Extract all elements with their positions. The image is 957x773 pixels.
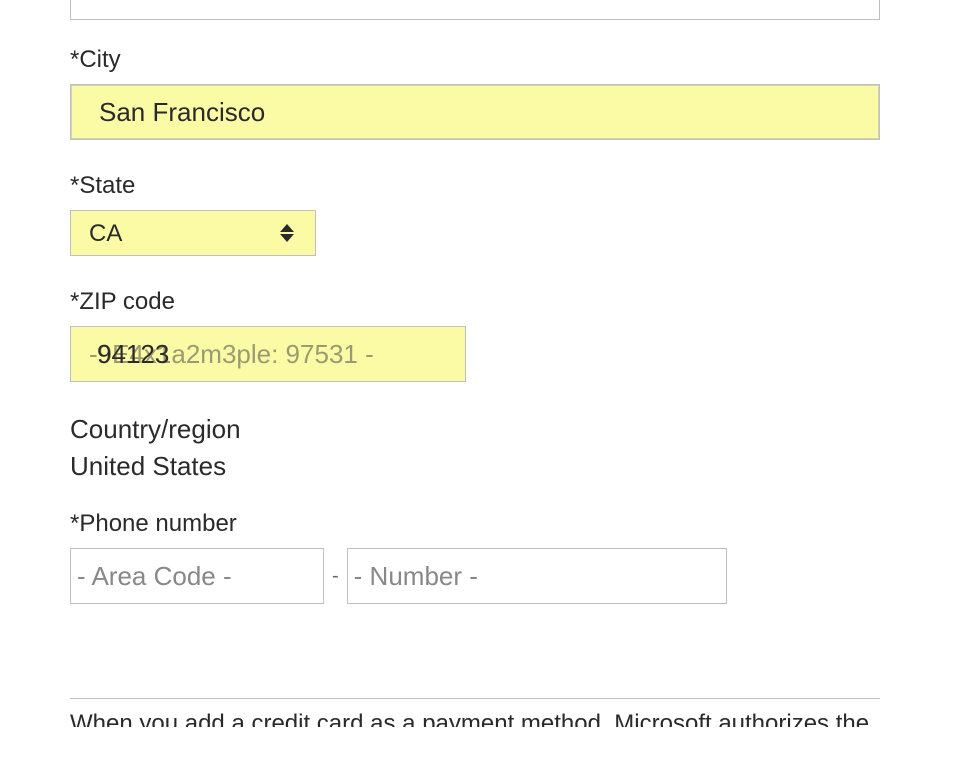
state-label: *State — [70, 172, 887, 200]
country-label: Country/region — [70, 414, 887, 445]
city-input[interactable] — [70, 84, 880, 140]
phone-area-input[interactable] — [70, 548, 324, 604]
city-label: *City — [70, 46, 887, 74]
state-select[interactable]: CA — [70, 210, 316, 256]
zip-input[interactable] — [70, 326, 466, 382]
address-optional-input[interactable]: - Optional - — [70, 0, 880, 20]
divider — [70, 698, 880, 699]
phone-number-input[interactable] — [347, 548, 727, 604]
phone-dash: - — [332, 565, 339, 588]
phone-label: *Phone number — [70, 510, 887, 538]
zip-label: *ZIP code — [70, 288, 887, 316]
footer-disclaimer: When you add a credit card as a payment … — [70, 707, 880, 727]
country-value: United States — [70, 451, 887, 482]
